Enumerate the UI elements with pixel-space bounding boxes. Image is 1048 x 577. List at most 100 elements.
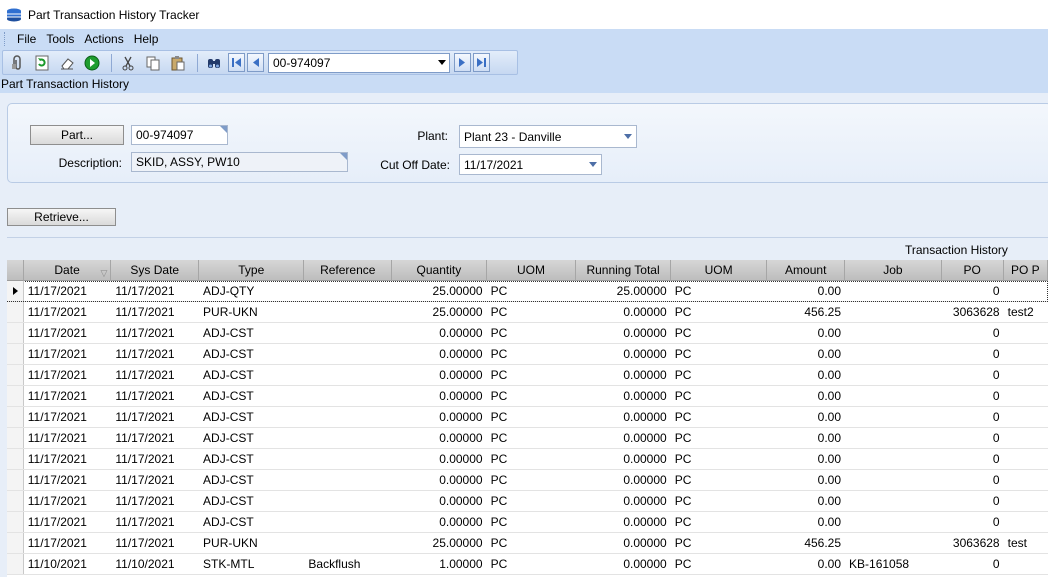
cell-date[interactable]: 11/17/2021 — [24, 470, 112, 490]
cell-quantity[interactable]: 0.00000 — [392, 512, 487, 532]
cell-quantity[interactable]: 0.00000 — [392, 365, 487, 385]
cell-uom-2[interactable]: PC — [671, 491, 768, 511]
table-row[interactable]: 11/17/2021 11/17/2021 ADJ-CST 0.00000 PC 0.00… — [7, 449, 1048, 470]
menu-actions[interactable]: Actions — [79, 32, 128, 46]
cell-reference[interactable] — [304, 428, 392, 448]
cell-sys-date[interactable]: 11/17/2021 — [111, 386, 199, 406]
cell-running-total[interactable]: 0.00000 — [576, 407, 671, 427]
cell-date[interactable]: 11/17/2021 — [24, 533, 112, 553]
cell-running-total[interactable]: 0.00000 — [576, 344, 671, 364]
cell-type[interactable]: ADJ-CST — [199, 491, 304, 511]
row-selector[interactable] — [7, 554, 24, 574]
cell-job[interactable] — [845, 323, 942, 343]
cell-uom[interactable]: PC — [487, 554, 577, 574]
cell-reference[interactable] — [304, 323, 392, 343]
column-header-job[interactable]: Job — [845, 260, 942, 281]
row-selector[interactable] — [7, 407, 24, 427]
chevron-down-icon[interactable] — [438, 59, 446, 65]
cell-job[interactable] — [845, 302, 942, 322]
row-selector[interactable] — [7, 386, 24, 406]
cell-running-total[interactable]: 0.00000 — [576, 428, 671, 448]
cell-po-p[interactable] — [1004, 512, 1048, 532]
cell-sys-date[interactable]: 11/17/2021 — [111, 491, 199, 511]
cell-quantity[interactable]: 0.00000 — [392, 407, 487, 427]
cell-running-total[interactable]: 0.00000 — [576, 533, 671, 553]
cell-po-p[interactable] — [1004, 281, 1048, 301]
cell-po[interactable]: 0 — [942, 281, 1004, 301]
cell-sys-date[interactable]: 11/17/2021 — [111, 302, 199, 322]
cell-po[interactable]: 0 — [942, 407, 1004, 427]
menu-tools[interactable]: Tools — [41, 32, 79, 46]
table-row[interactable]: 11/17/2021 11/17/2021 ADJ-QTY 25.00000 PC 25.… — [7, 281, 1048, 302]
table-row[interactable]: 11/17/2021 11/17/2021 ADJ-CST 0.00000 PC 0.00… — [7, 323, 1048, 344]
cell-uom[interactable]: PC — [487, 428, 577, 448]
cell-running-total[interactable]: 25.00000 — [576, 281, 671, 301]
find-button[interactable] — [203, 52, 225, 74]
cell-po-p[interactable] — [1004, 323, 1048, 343]
cell-amount[interactable]: 0.00 — [767, 491, 845, 511]
column-header-date[interactable]: Date ▽ — [24, 260, 112, 281]
retrieve-button[interactable]: Retrieve... — [7, 208, 116, 226]
table-row[interactable]: 11/17/2021 11/17/2021 PUR-UKN 25.00000 PC 0.0… — [7, 302, 1048, 323]
cell-date[interactable]: 11/17/2021 — [24, 407, 112, 427]
cell-sys-date[interactable]: 11/17/2021 — [111, 512, 199, 532]
cell-sys-date[interactable]: 11/17/2021 — [111, 365, 199, 385]
copy-button[interactable] — [142, 52, 164, 74]
cell-uom[interactable]: PC — [487, 449, 577, 469]
cell-uom[interactable]: PC — [487, 407, 577, 427]
cell-date[interactable]: 11/17/2021 — [24, 344, 112, 364]
table-row[interactable]: 11/17/2021 11/17/2021 ADJ-CST 0.00000 PC 0.00… — [7, 470, 1048, 491]
cell-type[interactable]: ADJ-CST — [199, 470, 304, 490]
cell-sys-date[interactable]: 11/17/2021 — [111, 449, 199, 469]
cell-running-total[interactable]: 0.00000 — [576, 323, 671, 343]
cell-running-total[interactable]: 0.00000 — [576, 470, 671, 490]
cell-uom[interactable]: PC — [487, 533, 577, 553]
row-selector[interactable] — [7, 281, 24, 301]
table-row[interactable]: 11/17/2021 11/17/2021 ADJ-CST 0.00000 PC 0.00… — [7, 386, 1048, 407]
cell-running-total[interactable]: 0.00000 — [576, 449, 671, 469]
column-header-po[interactable]: PO — [942, 260, 1004, 281]
cell-po[interactable]: 0 — [942, 491, 1004, 511]
menu-file[interactable]: File — [12, 32, 41, 46]
cell-uom-2[interactable]: PC — [671, 449, 768, 469]
cell-reference[interactable] — [304, 449, 392, 469]
row-selector[interactable] — [7, 533, 24, 553]
cell-uom-2[interactable]: PC — [671, 365, 768, 385]
cell-type[interactable]: ADJ-CST — [199, 449, 304, 469]
cell-uom-2[interactable]: PC — [671, 533, 768, 553]
previous-record-button[interactable] — [247, 53, 264, 72]
cell-sys-date[interactable]: 11/17/2021 — [111, 407, 199, 427]
cell-amount[interactable]: 0.00 — [767, 365, 845, 385]
cell-po[interactable]: 0 — [942, 365, 1004, 385]
cell-reference[interactable] — [304, 344, 392, 364]
cell-job[interactable] — [845, 407, 942, 427]
cell-po-p[interactable]: test2 — [1004, 302, 1048, 322]
cell-running-total[interactable]: 0.00000 — [576, 302, 671, 322]
row-selector[interactable] — [7, 491, 24, 511]
cell-type[interactable]: ADJ-CST — [199, 386, 304, 406]
cell-uom-2[interactable]: PC — [671, 512, 768, 532]
paste-button[interactable] — [167, 52, 189, 74]
cell-quantity[interactable]: 25.00000 — [392, 533, 487, 553]
cell-uom[interactable]: PC — [487, 386, 577, 406]
cell-quantity[interactable]: 25.00000 — [392, 281, 487, 301]
table-row[interactable]: 11/17/2021 11/17/2021 PUR-UKN 25.00000 PC 0.0… — [7, 533, 1048, 554]
menu-help[interactable]: Help — [129, 32, 164, 46]
cell-type[interactable]: ADJ-CST — [199, 512, 304, 532]
cell-type[interactable]: STK-MTL — [199, 554, 304, 574]
row-selector[interactable] — [7, 512, 24, 532]
cell-uom-2[interactable]: PC — [671, 281, 768, 301]
row-selector[interactable] — [7, 323, 24, 343]
cell-po-p[interactable] — [1004, 470, 1048, 490]
cell-po[interactable]: 0 — [942, 323, 1004, 343]
cell-po[interactable]: 0 — [942, 386, 1004, 406]
column-header-quantity[interactable]: Quantity — [392, 260, 487, 281]
cell-po[interactable]: 3063628 — [942, 302, 1004, 322]
cell-sys-date[interactable]: 11/17/2021 — [111, 533, 199, 553]
cell-job[interactable] — [845, 365, 942, 385]
row-selector[interactable] — [7, 449, 24, 469]
cell-sys-date[interactable]: 11/17/2021 — [111, 428, 199, 448]
go-button[interactable] — [81, 52, 103, 74]
table-row[interactable]: 11/17/2021 11/17/2021 ADJ-CST 0.00000 PC 0.00… — [7, 512, 1048, 533]
cell-job[interactable] — [845, 470, 942, 490]
